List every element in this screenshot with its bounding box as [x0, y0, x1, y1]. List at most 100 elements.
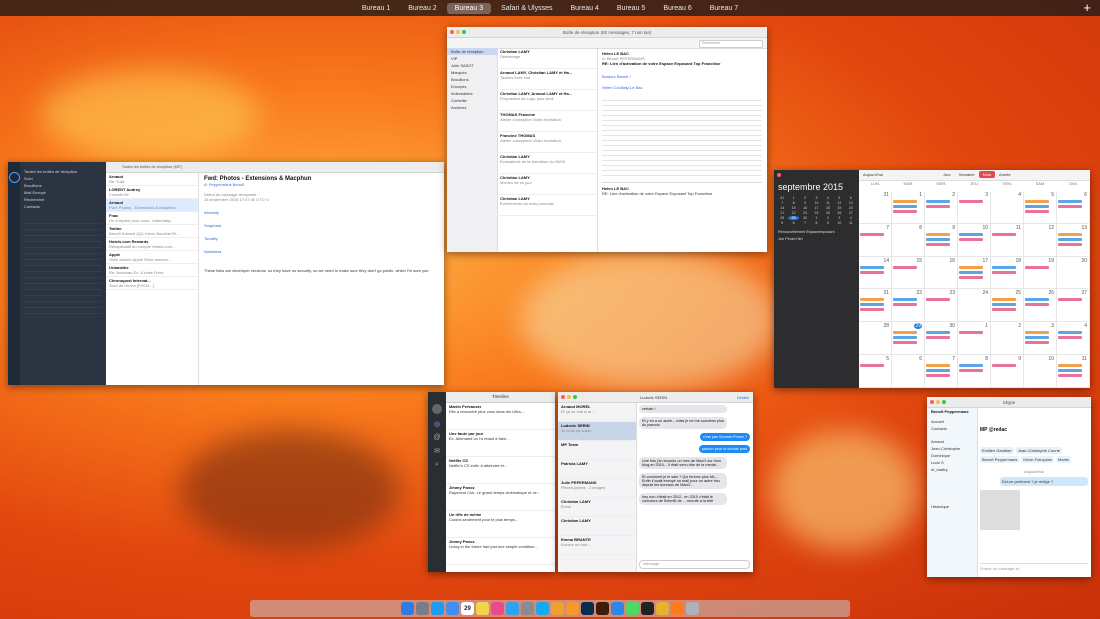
view-year[interactable]: Année — [995, 171, 1015, 178]
mailbox-inbox[interactable]: Boîte de réception — [447, 48, 497, 55]
launchpad-icon[interactable] — [416, 602, 429, 615]
calendar-day-cell[interactable]: 31 — [859, 191, 892, 224]
zoom-button[interactable] — [573, 395, 577, 399]
sidebar-item-sent[interactable]: Mail Envoyé — [20, 189, 106, 196]
message-row[interactable]: Francine THOMAS Atelier conception Vidéo … — [497, 132, 597, 153]
message-row[interactable]: LORENT Audrey Compte Mr — [106, 186, 198, 199]
mini-calendar-day[interactable]: 30 — [800, 216, 810, 220]
calendar-event[interactable] — [992, 364, 1016, 368]
calendar-event[interactable] — [959, 331, 983, 335]
messages-window[interactable]: Arnaud MOREL Et ça se voit si tu ... Ludo… — [558, 392, 753, 572]
reader-link-intensify[interactable]: Intensify — [204, 210, 438, 215]
calendar-event[interactable] — [1058, 232, 1082, 236]
calendar-event[interactable] — [926, 331, 950, 335]
calendar-day-cell[interactable]: 11 — [991, 223, 1024, 257]
mini-calendar-day[interactable]: 17 — [811, 206, 821, 210]
mentions-icon[interactable]: @ — [428, 434, 446, 441]
calendar-day-cell[interactable]: 3 — [1024, 322, 1057, 356]
calendar-event[interactable] — [926, 242, 950, 246]
calendar-day-cell[interactable]: 16 — [925, 256, 958, 290]
mail-window-center[interactable]: Boîte de réception (82 messages, 7 non l… — [447, 27, 767, 252]
calendar-day-cell[interactable]: 14 — [859, 256, 892, 290]
recent-contact[interactable]: nt_mattry — [927, 466, 977, 473]
mini-calendar-day[interactable]: 10 — [834, 221, 844, 225]
mini-calendar-day[interactable]: 4 — [823, 196, 833, 200]
reader-to[interactable]: A: Peppermans Benoît — [204, 182, 438, 187]
conversation-item[interactable]: Christian LAMY — [558, 517, 636, 536]
message-row[interactable]: Twitter Benoît Edward (Q4, Kevin Bouchet … — [106, 225, 198, 238]
calendar-event[interactable] — [926, 336, 950, 340]
timeline-icon[interactable]: ◎ — [428, 420, 446, 428]
calendar-day-cell[interactable]: 12 — [1024, 223, 1057, 257]
mail-window-left[interactable]: Toutes les boîtes de réception Suivi Bro… — [8, 162, 444, 385]
mailbox-vip[interactable]: VIP — [447, 55, 497, 62]
mini-calendar-day[interactable]: 2 — [800, 196, 810, 200]
details-button[interactable]: Détails — [737, 395, 749, 400]
calendar-event[interactable] — [893, 205, 917, 208]
calendar-event[interactable] — [959, 369, 983, 373]
calendar-day-cell[interactable]: 27 — [1057, 289, 1090, 323]
calendar-day-cell[interactable]: 5 — [859, 355, 892, 388]
calendar-event[interactable] — [992, 303, 1016, 307]
calendar-event[interactable] — [1025, 265, 1049, 269]
tweetbot-icon[interactable] — [611, 602, 624, 615]
calendar-day-cell[interactable]: 20 — [1057, 256, 1090, 290]
calendar-event[interactable] — [1058, 369, 1082, 373]
calendar-event[interactable] — [1058, 374, 1082, 378]
calendar-day-cell[interactable]: 9 — [991, 355, 1024, 388]
mini-calendar-day[interactable]: 5 — [777, 221, 787, 225]
message-row-selected[interactable]: Arnaud Fwd: Photos - Extensions & Macphun — [106, 199, 198, 212]
tweet[interactable]: Un rifle de même Coloris seulement pour l… — [446, 511, 555, 538]
message-row[interactable]: Christian LAMY Evaluations de la formatio… — [497, 153, 597, 174]
space-bureau-2[interactable]: Bureau 2 — [400, 3, 444, 14]
tweet[interactable]: Netflix CS Netflix's CS enfin à atteindre… — [446, 457, 555, 484]
mini-calendar-day[interactable]: 25 — [823, 211, 833, 215]
close-button[interactable] — [561, 395, 565, 399]
calendar-day-cell[interactable]: 10 — [958, 223, 991, 257]
message-row[interactable]: Urbanbike Re: Nouveau Ex. & rides Frère — [106, 264, 198, 277]
calendar-event[interactable] — [926, 200, 950, 203]
calendar-day-cell[interactable]: 8 — [958, 355, 991, 388]
mini-calendar-day[interactable]: 28 — [777, 216, 787, 220]
mini-calendar-day[interactable]: 23 — [800, 211, 810, 215]
message-row[interactable]: Christian LAMY Démarrage — [497, 48, 597, 69]
calendar-event[interactable] — [1058, 205, 1082, 208]
calendar-event[interactable] — [893, 331, 917, 335]
calendar-event[interactable] — [1058, 298, 1082, 302]
calendar-event[interactable] — [1058, 331, 1082, 335]
calendar-event[interactable] — [992, 232, 1016, 236]
message-row[interactable]: Christian LAMY Menu/s de ce jour — [497, 174, 597, 195]
calendar-event[interactable] — [926, 232, 950, 236]
minimize-button[interactable] — [456, 30, 460, 34]
calendar-day-cell[interactable]: 24 — [958, 289, 991, 323]
calendar-event[interactable] — [1025, 341, 1049, 345]
calendar-day-cell[interactable]: 6 — [892, 355, 925, 388]
mini-calendar-day[interactable]: 1 — [788, 196, 798, 200]
calendar-event[interactable] — [926, 237, 950, 241]
mini-calendar-day[interactable]: 5 — [834, 196, 844, 200]
mini-calendar-day[interactable]: 15 — [788, 206, 798, 210]
sidebar-item-contacts[interactable]: Contacts — [20, 203, 106, 210]
tweet[interactable]: Jimmy Panoz Raymond Cuir. Le grand temps … — [446, 484, 555, 511]
calendar-event[interactable] — [959, 237, 983, 241]
mini-calendar-day[interactable]: 7 — [800, 221, 810, 225]
preferences-icon[interactable] — [521, 602, 534, 615]
calendar-event[interactable] — [893, 341, 917, 345]
calendar-day-cell[interactable]: 13 — [1057, 223, 1090, 257]
skype-menu-contacts[interactable]: Contacts — [927, 425, 977, 432]
reader-link-tonality[interactable]: Tonality — [204, 236, 438, 241]
reader-link-snapheal[interactable]: Snapheal — [204, 223, 438, 228]
conversation-item[interactable]: Christian LAMY Envoi — [558, 498, 636, 517]
appstore-icon[interactable] — [506, 602, 519, 615]
calendar-event[interactable] — [1025, 200, 1049, 203]
close-button[interactable] — [930, 400, 934, 404]
calendar-day-cell[interactable]: 4 — [991, 191, 1024, 224]
participant-chip[interactable]: Benoît Peppermans — [980, 456, 1020, 463]
space-bureau-7[interactable]: Bureau 7 — [702, 3, 746, 14]
zoom-button[interactable] — [462, 30, 466, 34]
mini-calendar[interactable]: 31 1 2 3 4 5 6 7 8 9 10 11 12 13 14 15 16 17 18 19 20 21 22 23 2… — [774, 194, 859, 227]
conversation-item[interactable]: MP Team — [558, 441, 636, 460]
calendar-event[interactable] — [1058, 364, 1082, 368]
calendar-day-cell[interactable]: 2 — [991, 322, 1024, 356]
mailbox-flagged[interactable]: Marqués — [447, 69, 497, 76]
